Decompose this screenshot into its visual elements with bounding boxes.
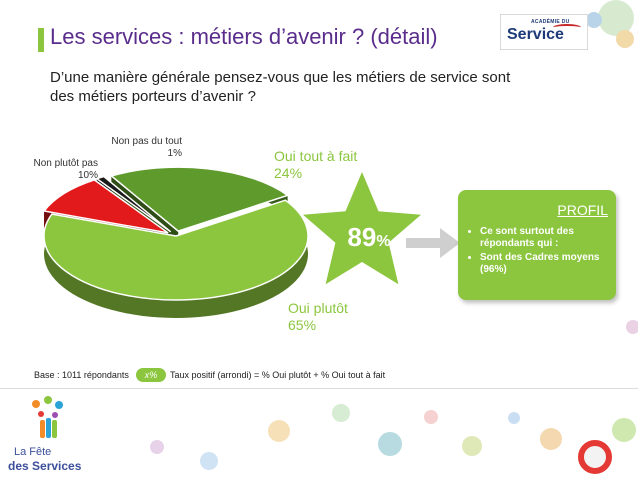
positive-rate-value: 89% [334,222,404,253]
fete-logo-icon [32,396,63,438]
arrow-icon [406,228,460,258]
positive-rate-number: 89 [347,222,377,252]
positive-rate-unit: % [376,233,391,250]
profile-list: Ce sont surtout des répondants qui : Son… [464,226,616,278]
label-oui-tout-a-fait: Oui tout à fait 24% [274,148,357,182]
brand-line1: La Fête [14,446,52,458]
profile-bullet: Sont des Cadres moyens (96%) [480,252,616,276]
base-note: Base : 1011 répondants [34,370,129,380]
label-value: 10% [77,170,98,181]
profile-title: PROFIL [557,202,608,218]
label-non-plutot-pas: Non plutôt pas 10% [20,158,99,182]
label-name: Oui tout à fait [274,148,358,164]
label-name: Oui plutôt [288,300,348,316]
label-value: 24% [274,165,303,181]
brand-line2: des Services [8,459,82,473]
label-oui-plutot: Oui plutôt 65% [288,300,348,334]
profile-box: PROFIL Ce sont surtout des répondants qu… [458,190,616,300]
label-value: 65% [288,317,317,333]
label-non-pas-du-tout: Non pas du tout 1% [96,136,182,160]
label-name: Non plutôt pas [33,158,99,169]
formula-note: Taux positif (arrondi) = % Oui plutôt + … [170,370,386,380]
divider [0,388,638,389]
profile-bullet: Ce sont surtout des répondants qui : [480,226,616,250]
rate-pill: x% [136,368,166,382]
label-name: Non pas du tout [111,136,182,147]
label-value: 1% [167,148,182,159]
